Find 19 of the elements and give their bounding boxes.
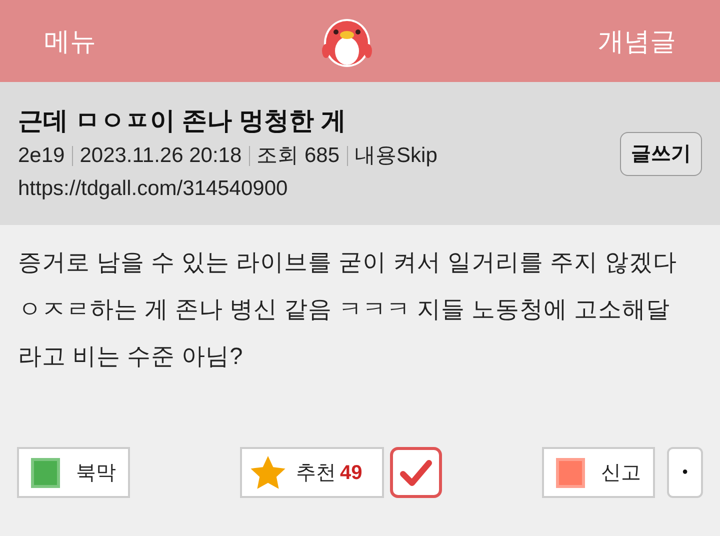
- recommend-button[interactable]: 추천 49: [240, 447, 384, 498]
- author: 2e19: [18, 142, 65, 168]
- post-date: 2023.11.26 20:18: [80, 142, 242, 168]
- skip-link[interactable]: 내용Skip: [354, 138, 438, 172]
- recommend-label: 추천: [296, 460, 336, 486]
- post-url: https://tdgall.com/314540900: [18, 176, 289, 202]
- square-icon: [556, 458, 585, 488]
- post-body: 증거로 남을 수 있는 라이브를 굳이 켜서 일거리를 주지 않겠다 ㅇㅈㄹ하는 게 존나 병신 같음 ㅋㅋㅋ 지들 노동청에 고소해달라고 비는 수준 아님?: [17, 248, 678, 371]
- check-button[interactable]: [390, 447, 442, 498]
- report-button[interactable]: 신고: [542, 447, 655, 498]
- recommend-count: 49: [340, 460, 362, 486]
- more-button[interactable]: •: [667, 447, 703, 498]
- view-count: 조회 685: [256, 142, 340, 168]
- square-icon: [31, 458, 60, 488]
- write-button[interactable]: 글쓰기: [620, 132, 702, 176]
- post-title: 근데 ㅁㅇㅍ이 존나 멍청한 게: [18, 106, 347, 136]
- block-button[interactable]: 북막: [17, 447, 130, 498]
- star-icon: [250, 456, 286, 490]
- checkmark-icon: [399, 458, 433, 486]
